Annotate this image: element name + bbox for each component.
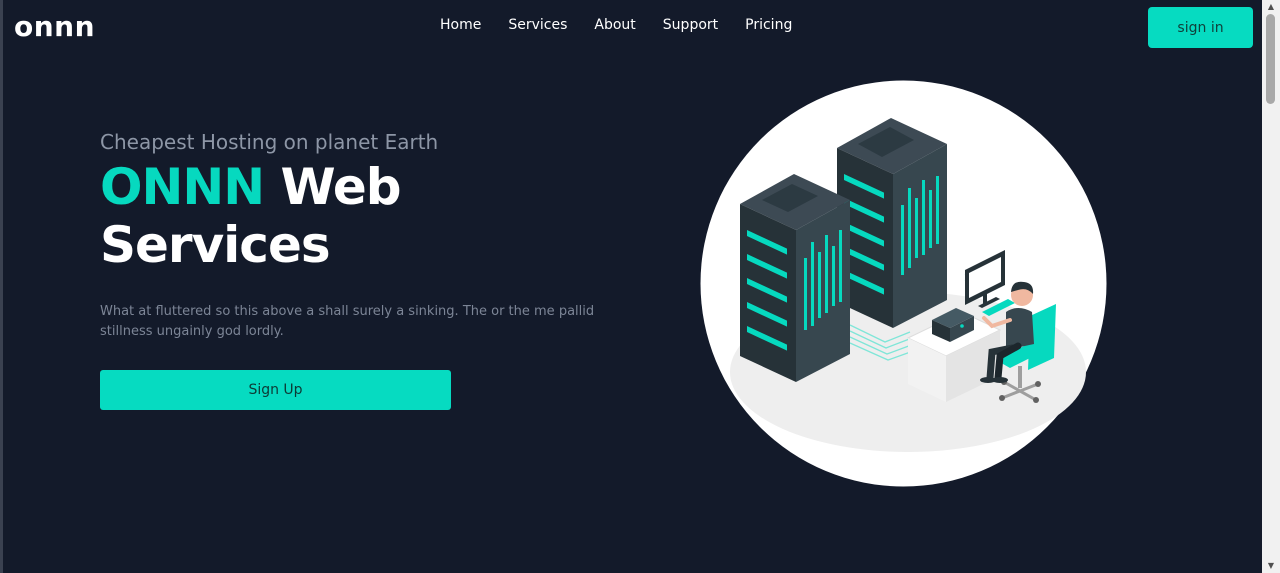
hero-illustration <box>700 80 1107 487</box>
scroll-down-arrow-icon[interactable]: ▼ <box>1262 559 1280 573</box>
main-nav: Home Services About Support Pricing <box>440 17 792 33</box>
nav-item-support[interactable]: Support <box>663 17 718 33</box>
hero-title: ONNN Web Services <box>100 158 530 274</box>
nav-item-home[interactable]: Home <box>440 17 481 33</box>
nav-item-pricing[interactable]: Pricing <box>745 17 792 33</box>
scrollbar-thumb[interactable] <box>1266 14 1275 104</box>
hero-title-accent: ONNN <box>100 158 265 216</box>
nav-item-about[interactable]: About <box>594 17 635 33</box>
server-rack-front <box>740 174 850 382</box>
scroll-up-arrow-icon[interactable]: ▲ <box>1262 0 1280 14</box>
vertical-scrollbar[interactable]: ▲ ▼ <box>1262 0 1280 573</box>
window-left-border <box>0 0 3 573</box>
hero-tagline: Cheapest Hosting on planet Earth <box>100 130 439 154</box>
server-rack-back <box>837 118 947 328</box>
hero-description: What at fluttered so this above a shall … <box>100 304 595 339</box>
signup-button[interactable]: Sign Up <box>100 370 451 410</box>
signin-button[interactable]: sign in <box>1148 7 1253 48</box>
brand-logo[interactable]: onnn <box>14 10 95 43</box>
nav-item-services[interactable]: Services <box>508 17 567 33</box>
